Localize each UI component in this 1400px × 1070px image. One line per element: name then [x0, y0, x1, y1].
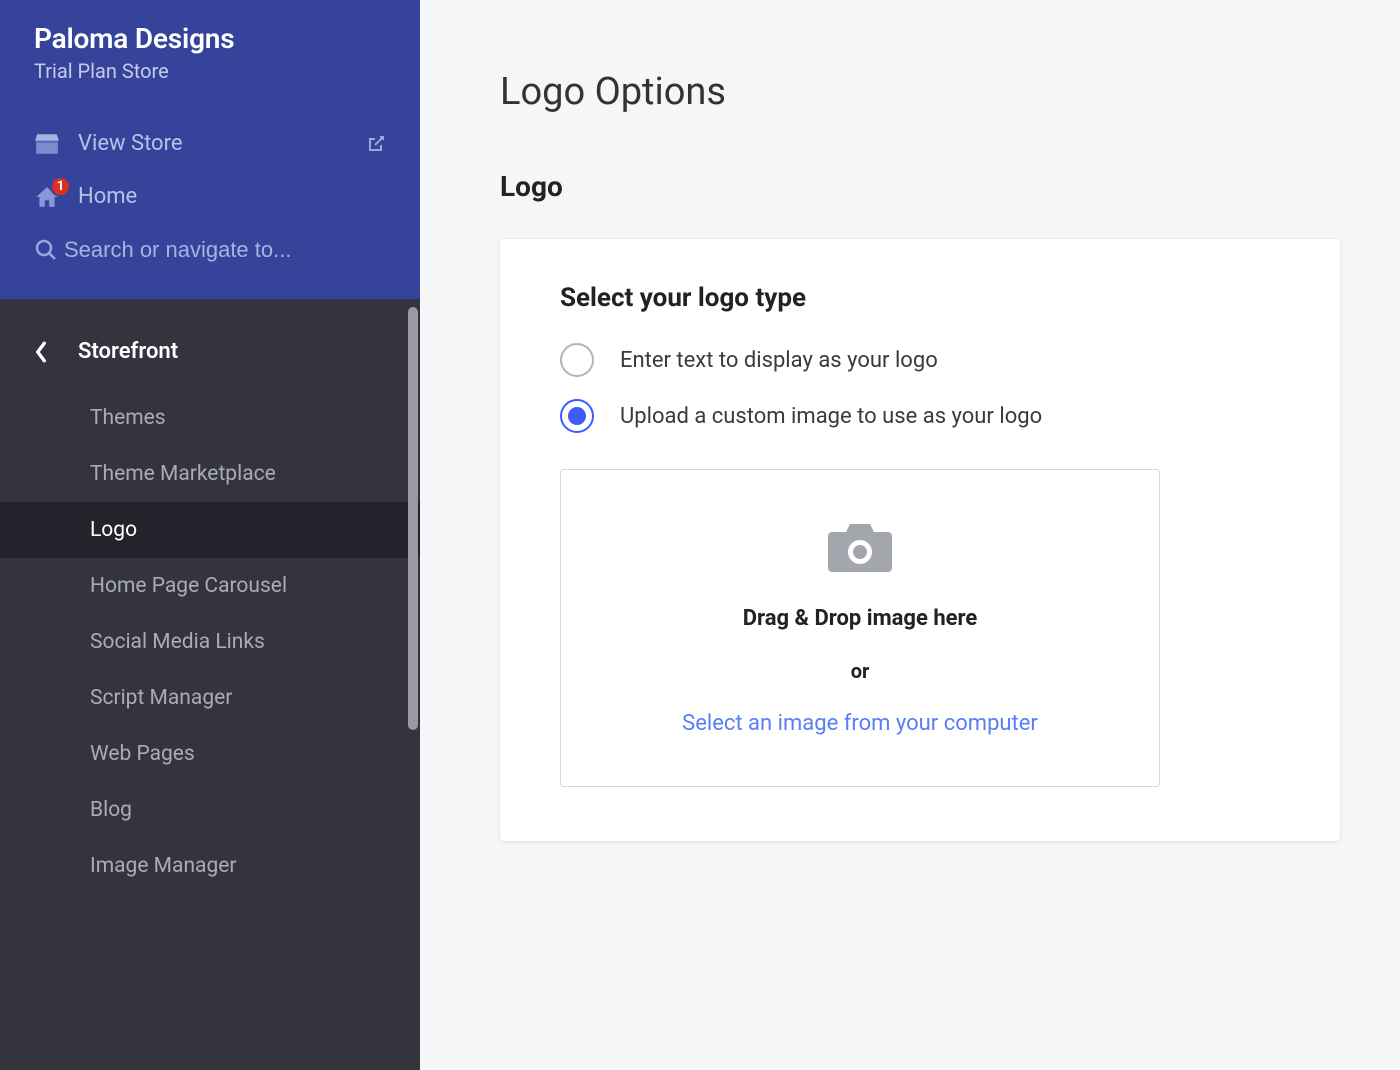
storefront-section-header[interactable]: Storefront: [0, 325, 420, 390]
sidebar-item-web-pages[interactable]: Web Pages: [0, 726, 420, 782]
storefront-icon: [34, 132, 78, 156]
external-link-icon: [366, 134, 386, 154]
or-text: or: [581, 659, 1139, 683]
sidebar: Paloma Designs Trial Plan Store View Sto…: [0, 0, 420, 1070]
sidebar-item-label: Image Manager: [90, 854, 237, 878]
radio-label: Enter text to display as your logo: [620, 348, 938, 373]
radio-option-text[interactable]: Enter text to display as your logo: [560, 343, 1280, 377]
scrollbar-thumb[interactable]: [408, 307, 418, 730]
logo-type-card: Select your logo type Enter text to disp…: [500, 239, 1340, 841]
sidebar-item-blog[interactable]: Blog: [0, 782, 420, 838]
page-title: Logo Options: [500, 70, 1340, 114]
home-badge: 1: [50, 176, 71, 197]
view-store-link[interactable]: View Store: [34, 117, 386, 170]
sidebar-item-label: Home Page Carousel: [90, 574, 287, 598]
radio-icon: [560, 343, 594, 377]
select-image-link[interactable]: Select an image from your computer: [581, 711, 1139, 736]
sidebar-item-logo[interactable]: Logo: [0, 502, 420, 558]
section-title: Logo: [500, 170, 1340, 203]
sidebar-item-label: Script Manager: [90, 686, 232, 710]
search-input[interactable]: [64, 237, 386, 263]
sidebar-item-social-media-links[interactable]: Social Media Links: [0, 614, 420, 670]
sidebar-item-script-manager[interactable]: Script Manager: [0, 670, 420, 726]
sidebar-bottom: Storefront Themes Theme Marketplace Logo…: [0, 299, 420, 1070]
sidebar-item-label: Social Media Links: [90, 630, 265, 654]
radio-label: Upload a custom image to use as your log…: [620, 404, 1042, 429]
sidebar-item-theme-marketplace[interactable]: Theme Marketplace: [0, 446, 420, 502]
sidebar-top: Paloma Designs Trial Plan Store View Sto…: [0, 0, 420, 299]
home-link[interactable]: Home 1: [34, 170, 386, 223]
search-row[interactable]: [34, 223, 386, 283]
sidebar-top-nav: View Store Home 1: [34, 117, 386, 283]
sidebar-item-label: Theme Marketplace: [90, 462, 276, 486]
radio-icon: [560, 399, 594, 433]
dnd-text: Drag & Drop image here: [581, 606, 1139, 631]
sidebar-item-themes[interactable]: Themes: [0, 390, 420, 446]
storefront-subnav: Themes Theme Marketplace Logo Home Page …: [0, 390, 420, 894]
scrollbar[interactable]: [406, 307, 418, 1062]
store-plan: Trial Plan Store: [34, 59, 386, 83]
camera-icon: [824, 520, 896, 576]
home-label: Home: [78, 184, 137, 209]
search-icon: [34, 238, 58, 262]
card-heading: Select your logo type: [560, 283, 1280, 313]
main-content: Logo Options Logo Select your logo type …: [420, 0, 1400, 1070]
store-name: Paloma Designs: [34, 22, 386, 55]
sidebar-item-label: Blog: [90, 798, 132, 822]
section-title: Storefront: [78, 339, 178, 364]
view-store-label: View Store: [78, 131, 183, 156]
radio-option-upload[interactable]: Upload a custom image to use as your log…: [560, 399, 1280, 433]
sidebar-item-image-manager[interactable]: Image Manager: [0, 838, 420, 894]
sidebar-item-label: Logo: [90, 518, 137, 542]
upload-dropzone[interactable]: Drag & Drop image here or Select an imag…: [560, 469, 1160, 787]
sidebar-item-label: Web Pages: [90, 742, 195, 766]
chevron-left-icon: [34, 341, 78, 363]
sidebar-item-home-page-carousel[interactable]: Home Page Carousel: [0, 558, 420, 614]
sidebar-item-label: Themes: [90, 406, 166, 430]
